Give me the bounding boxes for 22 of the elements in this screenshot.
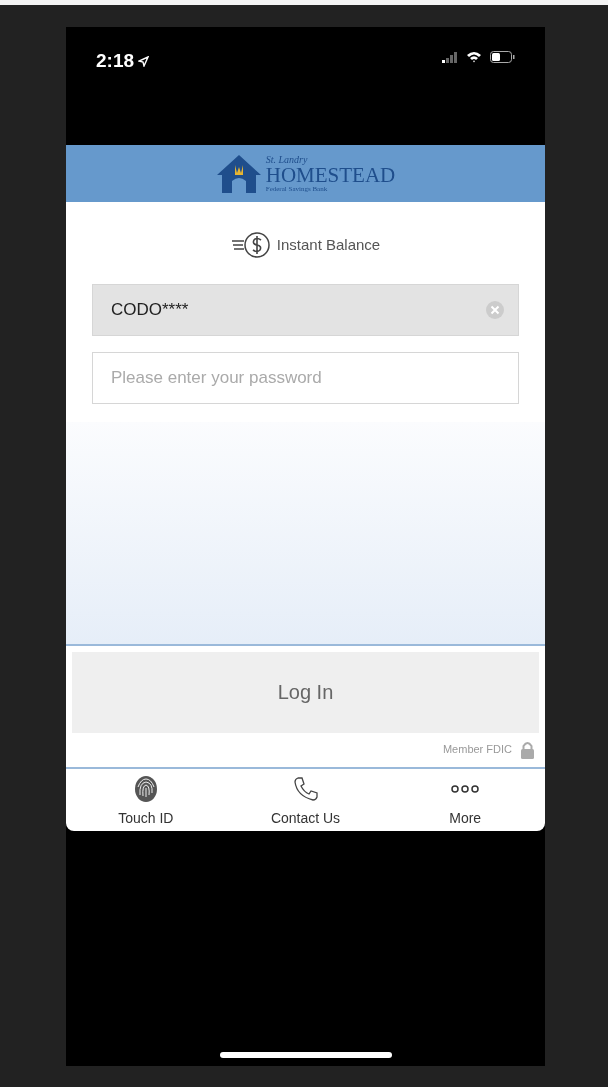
- member-fdic-label: Member FDIC: [442, 742, 512, 758]
- fingerprint-icon: [133, 774, 158, 803]
- tab-button[interactable]: More: [385, 768, 545, 831]
- phone-icon: [292, 775, 319, 802]
- status-time: 2:18: [96, 49, 135, 73]
- tab-button[interactable]: Touch ID: [66, 768, 226, 831]
- logo-wordmark: HOMESTEAD: [265, 164, 396, 186]
- wifi-icon: [466, 51, 482, 63]
- location-icon: [138, 55, 150, 67]
- instant-balance-label[interactable]: Instant Balance: [276, 233, 381, 257]
- lock-icon: [520, 740, 535, 759]
- login-button[interactable]: Log In: [72, 651, 539, 733]
- dollar-coin-icon: [230, 230, 273, 260]
- tab-button[interactable]: Contact Us: [225, 768, 386, 831]
- username-field[interactable]: CODO****: [92, 284, 519, 336]
- clear-icon[interactable]: [485, 300, 505, 320]
- logo-tagline: St. Landry: [265, 154, 309, 165]
- password-field[interactable]: Please enter your password: [92, 352, 519, 404]
- signal-icon: [442, 51, 458, 63]
- house-logo-icon: [215, 152, 262, 195]
- battery-icon: [490, 51, 515, 63]
- more-icon: [451, 783, 480, 794]
